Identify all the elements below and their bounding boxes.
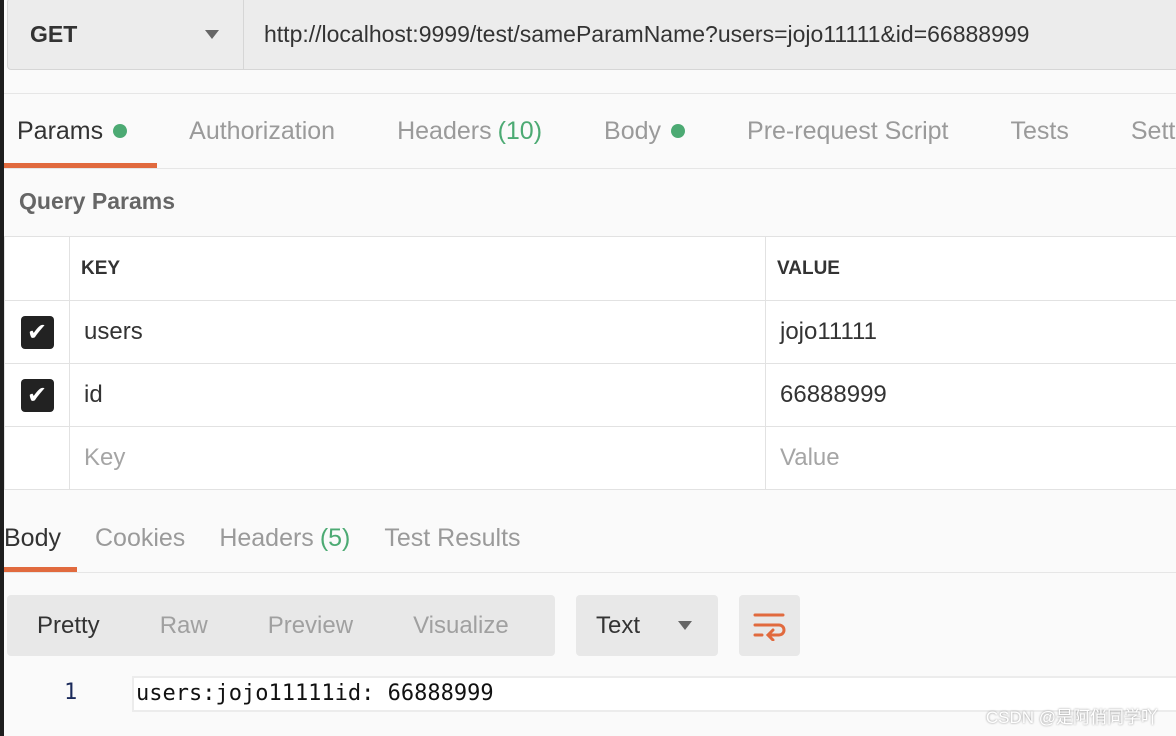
tab-label: Settings bbox=[1130, 116, 1176, 145]
chevron-down-icon bbox=[205, 29, 219, 39]
method-select[interactable]: GET bbox=[8, 0, 244, 69]
tab-tests[interactable]: Tests bbox=[1011, 94, 1069, 168]
tab-label: Headers bbox=[219, 524, 314, 552]
tab-authorization[interactable]: Authorization bbox=[189, 94, 335, 168]
status-dot bbox=[113, 124, 128, 138]
table-row: ✔ users jojo11111 bbox=[4, 300, 1176, 364]
params-table: KEY VALUE ✔ users jojo11111 ✔ id 6688899… bbox=[4, 236, 1176, 490]
status-dot bbox=[671, 124, 686, 138]
tab-label: Test Results bbox=[384, 524, 521, 552]
request-bar: GET http://localhost:9999/test/sameParam… bbox=[7, 0, 1176, 70]
tab-params[interactable]: Params bbox=[4, 94, 158, 168]
count-badge: (10) bbox=[497, 116, 543, 145]
param-key[interactable]: id bbox=[69, 363, 766, 427]
param-value[interactable]: jojo11111 bbox=[765, 300, 1176, 364]
key-input[interactable]: Key bbox=[69, 426, 766, 490]
tab-test-results[interactable]: Test Results bbox=[384, 505, 520, 572]
tab-label: Pre-request Script bbox=[747, 116, 949, 145]
tab-settings[interactable]: Settings bbox=[1131, 94, 1176, 168]
param-key[interactable]: users bbox=[69, 300, 766, 364]
tab-pre-request-script[interactable]: Pre-request Script bbox=[747, 94, 948, 168]
view-raw[interactable]: Raw bbox=[160, 612, 208, 640]
checkbox-column bbox=[4, 236, 70, 301]
response-tabs: Body Cookies Headers (5) Test Results bbox=[4, 505, 1176, 573]
method-label: GET bbox=[30, 20, 78, 47]
wrap-lines-icon bbox=[753, 613, 785, 641]
tab-cookies[interactable]: Cookies bbox=[95, 505, 185, 572]
key-header: KEY bbox=[69, 236, 766, 301]
postman-window: GET http://localhost:9999/test/sameParam… bbox=[4, 0, 1176, 736]
value-header: VALUE bbox=[765, 236, 1176, 301]
checkbox-checked[interactable]: ✔ bbox=[20, 378, 54, 412]
count-badge: (5) bbox=[319, 524, 351, 552]
tab-label: Params bbox=[17, 116, 104, 145]
wrap-lines-button[interactable] bbox=[739, 595, 800, 656]
tab-response-headers[interactable]: Headers (5) bbox=[219, 505, 350, 572]
tab-label: Authorization bbox=[189, 116, 336, 145]
url-input[interactable]: http://localhost:9999/test/sameParamName… bbox=[244, 21, 1029, 48]
tab-label: Body bbox=[604, 116, 662, 145]
chevron-down-icon bbox=[678, 621, 692, 630]
value-input[interactable]: Value bbox=[765, 426, 1176, 490]
table-row: ✔ id 66888999 bbox=[4, 363, 1176, 427]
tab-headers[interactable]: Headers (10) bbox=[397, 94, 542, 168]
section-title: Query Params bbox=[19, 188, 175, 214]
tab-body[interactable]: Body bbox=[604, 94, 686, 168]
format-label: Text bbox=[596, 611, 641, 639]
table-header: KEY VALUE bbox=[4, 236, 1176, 301]
line-number: 1 bbox=[64, 680, 78, 705]
view-mode-group: Pretty Raw Preview Visualize bbox=[7, 595, 555, 656]
tab-label: Tests bbox=[1010, 116, 1069, 145]
view-visualize[interactable]: Visualize bbox=[413, 612, 509, 640]
empty-checkbox-cell bbox=[4, 426, 70, 490]
watermark: CSDN @是阿俏同学吖 bbox=[985, 708, 1158, 727]
view-preview[interactable]: Preview bbox=[268, 612, 353, 640]
view-pretty[interactable]: Pretty bbox=[37, 612, 100, 640]
param-value[interactable]: 66888999 bbox=[765, 363, 1176, 427]
tab-label: Body bbox=[4, 524, 61, 552]
request-tabs: Params Authorization Headers (10) Body Pr… bbox=[4, 93, 1176, 169]
tab-label: Headers bbox=[397, 116, 492, 145]
checkbox-checked[interactable]: ✔ bbox=[20, 315, 54, 349]
tab-label: Cookies bbox=[94, 524, 186, 552]
tab-response-body[interactable]: Body bbox=[4, 505, 77, 572]
table-row-new: Key Value bbox=[4, 426, 1176, 490]
format-select[interactable]: Text bbox=[576, 595, 718, 656]
